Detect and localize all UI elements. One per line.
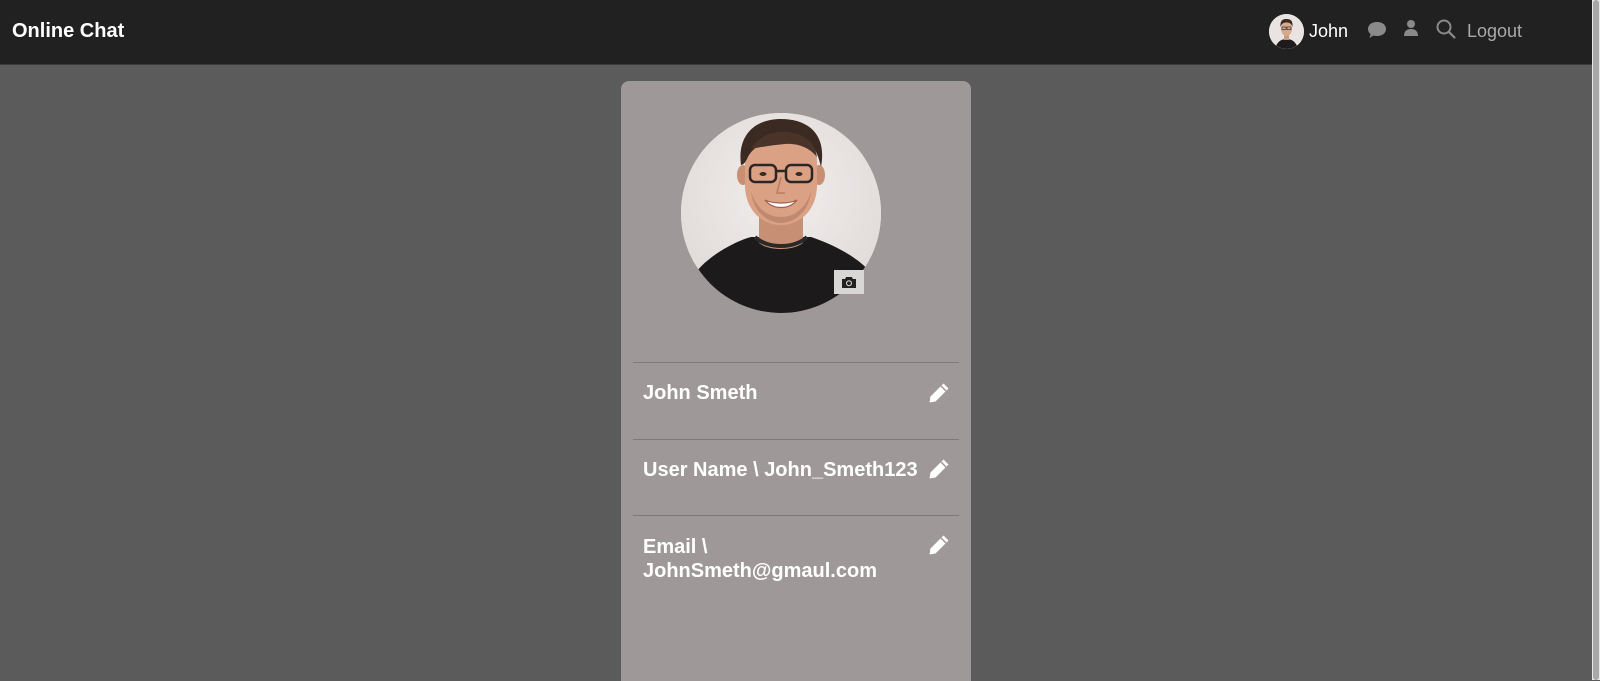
email-label: Email xyxy=(643,536,697,558)
user-avatar[interactable] xyxy=(1269,14,1304,49)
username-label: User Name xyxy=(643,459,748,481)
divider xyxy=(633,515,959,516)
username-field: User Name \ John_Smeth123 xyxy=(643,458,933,482)
camera-icon xyxy=(842,276,856,288)
field-separator: \ xyxy=(696,536,714,558)
page-scrollbar[interactable] xyxy=(1592,0,1600,680)
scrollbar-thumb[interactable] xyxy=(1593,0,1599,680)
divider xyxy=(633,362,959,363)
search-icon[interactable] xyxy=(1435,18,1457,40)
field-separator: \ xyxy=(747,459,765,481)
user-icon[interactable] xyxy=(1403,19,1419,37)
full-name-field: John Smeth xyxy=(643,381,933,405)
email-value: JohnSmeth@gmaul.com xyxy=(643,560,877,582)
logout-link[interactable]: Logout xyxy=(1467,21,1522,42)
divider xyxy=(633,439,959,440)
nav-username[interactable]: John xyxy=(1309,21,1348,42)
edit-username-button[interactable] xyxy=(927,457,951,481)
username-value: John_Smeth123 xyxy=(764,459,918,481)
change-photo-button[interactable] xyxy=(834,270,864,294)
edit-name-button[interactable] xyxy=(927,381,951,405)
full-name-value: John Smeth xyxy=(643,382,758,404)
brand-title[interactable]: Online Chat xyxy=(12,20,124,43)
edit-email-button[interactable] xyxy=(927,533,951,557)
profile-card: John Smeth User Name \ John_Smeth123 Ema… xyxy=(621,81,971,681)
email-field: Email \ JohnSmeth@gmaul.com xyxy=(643,535,933,583)
chat-icon[interactable] xyxy=(1366,20,1388,40)
top-navbar: Online Chat John Logout xyxy=(0,0,1592,65)
